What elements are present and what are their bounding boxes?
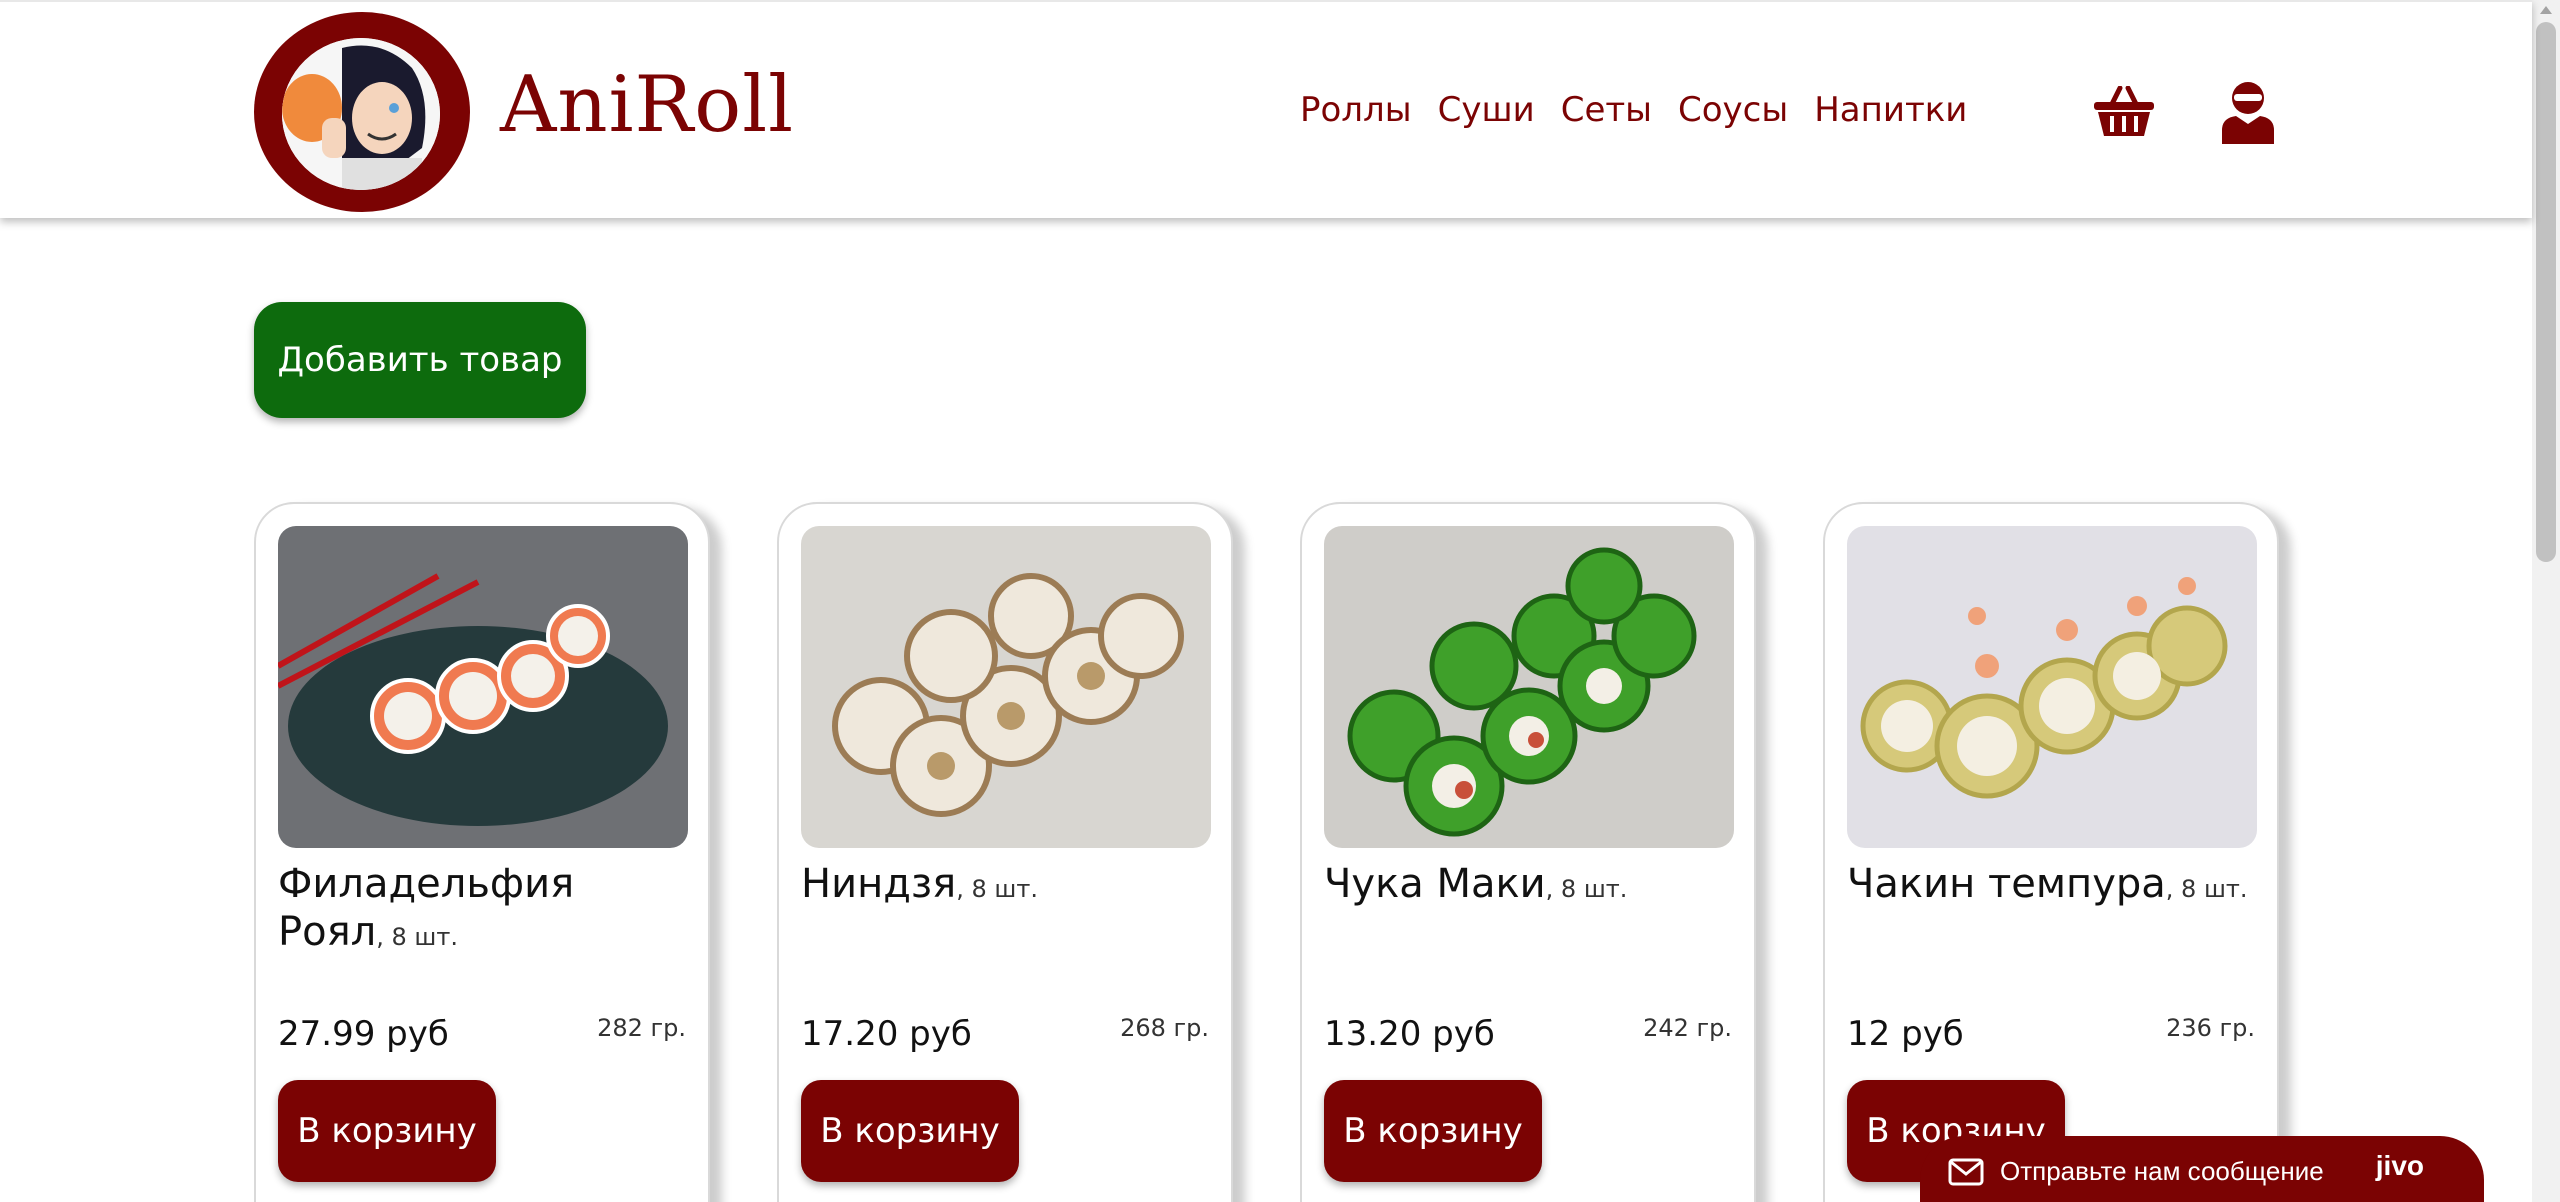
chat-widget[interactable]: Отправьте нам сообщение jivo (1920, 1136, 2484, 1202)
main-nav: Роллы Суши Сеты Соусы Напитки (1300, 90, 1967, 130)
add-to-cart-button[interactable]: В корзину (278, 1080, 496, 1182)
brand-name[interactable]: AniRoll (500, 60, 794, 150)
product-price: 17.20 руб (801, 1014, 972, 1054)
product-price: 13.20 руб (1324, 1014, 1495, 1054)
product-weight: 282 гр. (597, 1014, 686, 1042)
nav-item-sushi[interactable]: Суши (1438, 90, 1535, 130)
product-weight: 268 гр. (1120, 1014, 1209, 1042)
product-title: Чука Маки (1324, 861, 1546, 907)
site-header: AniRoll Роллы Суши Сеты Соусы Напитки (0, 0, 2532, 218)
product-count: , 8 шт. (376, 923, 458, 951)
product-image-chuka-maki[interactable] (1324, 526, 1734, 848)
product-weight: 236 гр. (2166, 1014, 2255, 1042)
chat-label: Отправьте нам сообщение (2000, 1156, 2324, 1186)
nav-item-sets[interactable]: Сеты (1561, 90, 1652, 130)
product-price: 12 руб (1847, 1014, 1964, 1054)
product-price: 27.99 руб (278, 1014, 449, 1054)
product-image-philadelphia[interactable] (278, 526, 688, 848)
basket-icon[interactable] (2092, 86, 2156, 138)
product-name: Ниндзя, 8 шт. (801, 860, 1211, 908)
add-to-cart-button[interactable]: В корзину (1324, 1080, 1542, 1182)
product-weight: 242 гр. (1643, 1014, 1732, 1042)
envelope-icon (1948, 1158, 1984, 1186)
product-name: Чакин темпура, 8 шт. (1847, 860, 2257, 908)
nav-item-rolls[interactable]: Роллы (1300, 90, 1412, 130)
product-count: , 8 шт. (1545, 875, 1628, 903)
product-image-ninja[interactable] (801, 526, 1211, 848)
logo-avatar[interactable] (254, 12, 470, 212)
product-title: Чакин темпура (1847, 861, 2166, 907)
nav-item-drinks[interactable]: Напитки (1814, 90, 1967, 130)
scroll-up-arrow-icon[interactable] (2540, 6, 2552, 14)
add-product-button[interactable]: Добавить товар (254, 302, 586, 418)
product-card: Чука Маки, 8 шт. 13.20 руб 242 гр. В кор… (1300, 502, 1756, 1202)
product-title: Ниндзя (801, 861, 957, 907)
nav-item-sauces[interactable]: Соусы (1678, 90, 1788, 130)
product-count: , 8 шт. (956, 875, 1038, 903)
product-card: Ниндзя, 8 шт. 17.20 руб 268 гр. В корзин… (777, 502, 1233, 1202)
page-scrollbar[interactable] (2532, 0, 2560, 1202)
add-to-cart-button[interactable]: В корзину (801, 1080, 1019, 1182)
scrollbar-thumb[interactable] (2536, 22, 2556, 562)
chat-brand-logo: jivo (2375, 1150, 2424, 1181)
ninja-user-icon[interactable] (2220, 80, 2276, 144)
product-count: , 8 шт. (2165, 875, 2248, 903)
logo-anime-image (282, 38, 440, 190)
product-name: Чука Маки, 8 шт. (1324, 860, 1734, 908)
product-card: Филадельфия Роял, 8 шт. 27.99 руб 282 гр… (254, 502, 710, 1202)
product-image-chakin-tempura[interactable] (1847, 526, 2257, 848)
product-name: Филадельфия Роял, 8 шт. (278, 860, 688, 956)
product-card: Чакин темпура, 8 шт. 12 руб 236 гр. В ко… (1823, 502, 2279, 1202)
page: AniRoll Роллы Суши Сеты Соусы Напитки До… (0, 0, 2560, 1202)
